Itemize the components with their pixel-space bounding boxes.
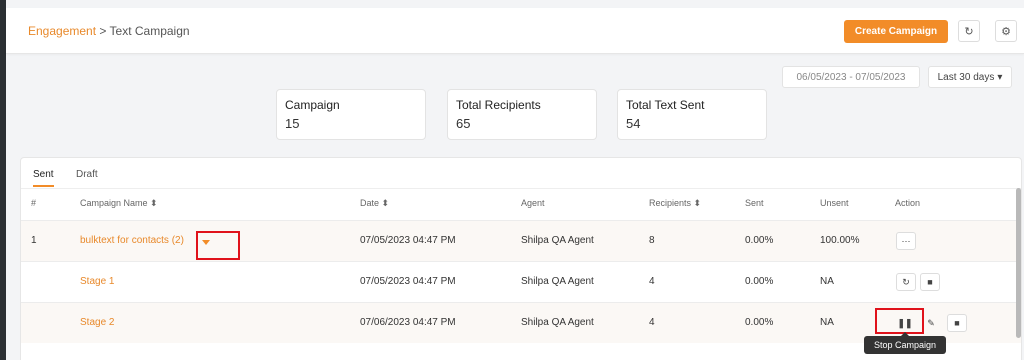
edit-stage-button[interactable]: ✎ [921, 314, 941, 332]
edit-icon: ✎ [927, 317, 935, 328]
campaign-table-panel: Sent Draft # Campaign Name ⬍ Date ⬍ Agen… [20, 157, 1022, 360]
more-icon: ⋯ [901, 235, 911, 246]
row-date: 07/05/2023 04:47 PM [360, 276, 456, 287]
refresh-button[interactable]: ↻ [958, 20, 980, 42]
delete-stage-button[interactable]: ■ [947, 314, 967, 332]
date-range-input[interactable]: 06/05/2023 - 07/05/2023 [782, 66, 920, 88]
stat-card-total-recipients: Total Recipients 65 [447, 89, 597, 140]
gear-icon: ⚙ [1001, 25, 1011, 38]
stat-value: 15 [285, 116, 300, 131]
row-recipients: 4 [649, 276, 655, 287]
row-unsent: NA [820, 317, 834, 328]
row-agent: Shilpa QA Agent [521, 317, 594, 328]
breadcrumb-separator: > [96, 24, 110, 38]
breadcrumb: Engagement > Text Campaign [28, 24, 190, 38]
row-unsent: 100.00% [820, 235, 860, 246]
table-row: 1 bulktext for contacts (2) 07/05/2023 0… [21, 220, 1021, 261]
row-sent: 0.00% [745, 276, 774, 287]
row-unsent: NA [820, 276, 834, 287]
tab-sent[interactable]: Sent [33, 169, 54, 187]
refresh-icon: ↻ [902, 276, 910, 287]
trash-icon: ■ [927, 277, 933, 287]
column-header-date[interactable]: Date ⬍ [360, 198, 389, 209]
column-header-unsent: Unsent [820, 198, 849, 208]
range-select-label: Last 30 days [937, 71, 995, 83]
stage-name-link[interactable]: Stage 1 [80, 276, 114, 287]
row-sent: 0.00% [745, 317, 774, 328]
create-campaign-button[interactable]: Create Campaign [844, 20, 948, 43]
column-header-number: # [31, 198, 37, 208]
table-row: Stage 1 07/05/2023 04:47 PM Shilpa QA Ag… [21, 261, 1021, 302]
stat-card-total-text-sent: Total Text Sent 54 [617, 89, 767, 140]
highlight-box-stop [875, 308, 924, 334]
more-actions-button[interactable]: ⋯ [896, 232, 916, 250]
breadcrumb-current: Text Campaign [109, 24, 190, 38]
row-date: 07/05/2023 04:47 PM [360, 235, 456, 246]
highlight-box-expand [196, 231, 240, 260]
row-number: 1 [31, 235, 37, 246]
column-header-sent: Sent [745, 198, 764, 208]
chevron-down-icon: ▾ [997, 71, 1003, 83]
column-header-action: Action [895, 198, 921, 208]
row-agent: Shilpa QA Agent [521, 235, 594, 246]
column-header-agent: Agent [521, 198, 545, 208]
stat-label: Total Text Sent [626, 98, 705, 112]
stat-value: 54 [626, 116, 641, 131]
stage-name-link[interactable]: Stage 2 [80, 317, 114, 328]
vertical-scrollbar[interactable] [1016, 188, 1021, 338]
left-sidebar-edge [0, 0, 6, 360]
page-header: Engagement > Text Campaign Create Campai… [6, 8, 1024, 54]
delete-stage-button[interactable]: ■ [920, 273, 940, 291]
column-header-recipients[interactable]: Recipients ⬍ [649, 198, 701, 209]
row-recipients: 4 [649, 317, 655, 328]
trash-icon: ■ [954, 318, 960, 328]
row-recipients: 8 [649, 235, 655, 246]
tabs-divider [21, 188, 1021, 189]
row-date: 07/06/2023 04:47 PM [360, 317, 456, 328]
restart-stage-button[interactable]: ↻ [896, 273, 916, 291]
row-agent: Shilpa QA Agent [521, 276, 594, 287]
settings-button[interactable]: ⚙ [995, 20, 1017, 42]
date-range-select[interactable]: Last 30 days ▾ [928, 66, 1012, 88]
tab-draft[interactable]: Draft [76, 169, 98, 180]
breadcrumb-engagement-link[interactable]: Engagement [28, 24, 96, 38]
stat-value: 65 [456, 116, 471, 131]
campaign-name-link[interactable]: bulktext for contacts (2) [80, 235, 184, 246]
stat-card-campaign: Campaign 15 [276, 89, 426, 140]
stop-campaign-tooltip: Stop Campaign [864, 332, 946, 354]
row-sent: 0.00% [745, 235, 774, 246]
stat-label: Campaign [285, 98, 340, 112]
refresh-icon: ↻ [964, 25, 974, 38]
top-strip [6, 0, 1024, 8]
column-header-campaign-name[interactable]: Campaign Name ⬍ [80, 198, 158, 209]
stat-label: Total Recipients [456, 98, 541, 112]
